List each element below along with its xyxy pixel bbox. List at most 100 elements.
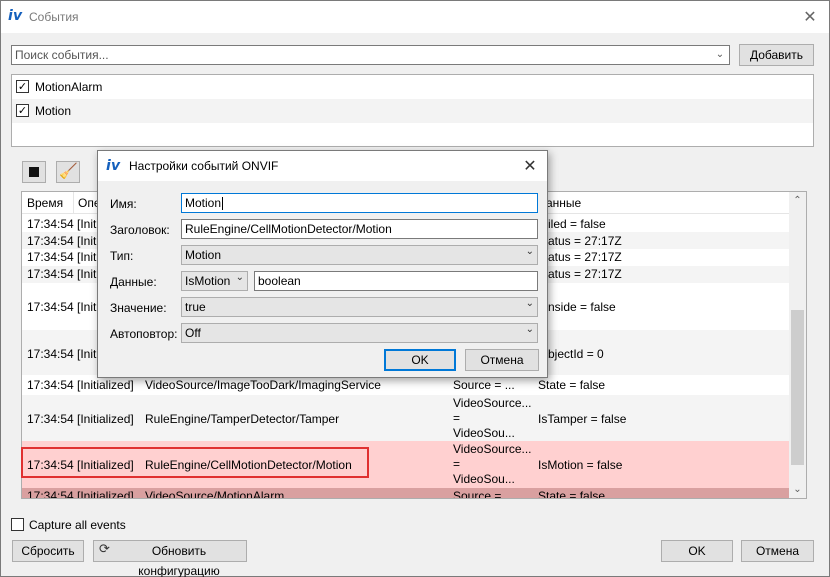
window-title: События: [29, 10, 79, 24]
broom-icon: 🧹: [59, 162, 78, 180]
event-label: MotionAlarm: [35, 80, 103, 94]
type-label: Тип:: [110, 249, 134, 263]
cell-time: 17:34:54: [27, 378, 74, 392]
onvif-settings-dialog: iv Настройки событий ONVIF ✕ Имя: Motion…: [97, 150, 548, 378]
cell-op: [Initi: [77, 347, 100, 361]
capture-checkbox[interactable]: [11, 518, 24, 531]
cell-source: VideoSource/ImageTooDark/ImagingService: [145, 378, 381, 392]
highlight-annotation-box: [21, 447, 369, 478]
text-caret: [222, 197, 224, 211]
cell-extra: VideoSource... = VideoSou...: [453, 396, 532, 440]
app-logo-icon: iv: [106, 158, 121, 174]
value-value: true: [185, 300, 206, 314]
scrollbar-thumb[interactable]: [791, 310, 804, 465]
event-search-combo[interactable]: ⌄: [11, 45, 730, 65]
chevron-down-icon: ⌄: [235, 272, 244, 283]
chevron-down-icon[interactable]: ⌄: [713, 48, 727, 62]
cell-op: [Initialized]: [77, 378, 134, 392]
heading-label: Заголовок:: [110, 223, 170, 237]
cell-data: nside = false: [548, 300, 616, 314]
cancel-button[interactable]: Отмена: [741, 540, 814, 562]
cell-time: 17:34:54: [27, 250, 74, 264]
table-row-selected[interactable]: 17:34:54 [Initialized] VideoSource/Motio…: [22, 488, 790, 499]
vertical-scrollbar[interactable]: ⌃ ⌄: [789, 192, 806, 498]
cell-op: [Initi: [77, 300, 100, 314]
cell-op: [Initi: [77, 250, 100, 264]
name-value: Motion: [185, 196, 222, 210]
ok-button[interactable]: OK: [661, 540, 733, 562]
cell-op: [Initialized]: [77, 489, 134, 499]
column-header-data[interactable]: анные: [546, 196, 581, 210]
close-icon[interactable]: ✕: [799, 6, 821, 28]
cell-time: 17:34:54: [27, 217, 74, 231]
title-bar: iv События ✕: [1, 1, 829, 33]
scroll-down-icon[interactable]: ⌄: [789, 481, 806, 498]
cell-time: 17:34:54: [27, 347, 74, 361]
cell-time: 17:34:54: [27, 412, 74, 426]
chevron-down-icon: ⌄: [525, 246, 534, 257]
clear-log-button[interactable]: 🧹: [56, 161, 80, 183]
cell-time: 17:34:54: [27, 267, 74, 281]
cell-extra: Source = ...: [453, 378, 515, 392]
cell-data: IsTamper = false: [538, 412, 627, 426]
cell-time: 17:34:54: [27, 300, 74, 314]
cell-extra: Source = ...: [453, 489, 515, 499]
cell-source: VideoSource/MotionAlarm: [145, 489, 285, 499]
data-label: Данные:: [110, 275, 157, 289]
cell-extra: VideoSource... = VideoSou...: [453, 442, 532, 486]
list-item[interactable]: ✓ MotionAlarm: [12, 75, 813, 99]
value-label: Значение:: [110, 301, 167, 315]
dialog-title-bar: iv Настройки событий ONVIF ✕: [98, 151, 547, 181]
list-item[interactable]: ✓ Motion: [12, 99, 813, 123]
scroll-up-icon[interactable]: ⌃: [789, 192, 806, 209]
cell-op: [Initialized]: [77, 412, 134, 426]
value-select[interactable]: true ⌄: [181, 297, 538, 317]
reset-button[interactable]: Сбросить: [12, 540, 84, 562]
cell-op: [Initi: [77, 267, 100, 281]
close-icon[interactable]: ✕: [519, 155, 541, 177]
refresh-config-label: Обновить конфигурацию: [138, 544, 220, 577]
chevron-down-icon: ⌄: [525, 298, 534, 309]
cell-data: State = false: [538, 489, 606, 499]
stop-icon: [29, 167, 39, 177]
dialog-title: Настройки событий ONVIF: [129, 159, 279, 173]
data-key-select[interactable]: IsMotion ⌄: [181, 271, 248, 291]
table-row[interactable]: 17:34:54 [Initialized] VideoSource/Image…: [22, 375, 790, 395]
cell-source: RuleEngine/TamperDetector/Tamper: [145, 412, 340, 426]
cell-data: atus = 27:17Z: [548, 234, 622, 248]
add-button[interactable]: Добавить: [739, 44, 814, 66]
event-label: Motion: [35, 104, 72, 118]
column-header-time[interactable]: Время: [27, 196, 63, 210]
cell-data: bjectId = 0: [548, 347, 604, 361]
type-value: Motion: [185, 248, 222, 262]
heading-input[interactable]: RuleEngine/CellMotionDetector/Motion: [181, 219, 538, 239]
name-input[interactable]: Motion: [181, 193, 538, 213]
chevron-down-icon: ⌄: [525, 324, 534, 335]
cell-time: 17:34:54: [27, 234, 74, 248]
data-type-input[interactable]: boolean: [254, 271, 538, 291]
search-input[interactable]: [12, 46, 702, 64]
event-list: ✓ MotionAlarm ✓ Motion: [11, 74, 814, 147]
dialog-ok-button[interactable]: OK: [384, 349, 456, 371]
column-divider: [73, 192, 74, 214]
cell-time: 17:34:54: [27, 489, 74, 499]
checkbox[interactable]: ✓: [16, 104, 29, 117]
checkbox[interactable]: ✓: [16, 80, 29, 93]
stop-button[interactable]: [22, 161, 46, 183]
cell-data: State = false: [538, 378, 606, 392]
data-key-value: IsMotion: [185, 274, 231, 288]
dialog-cancel-button[interactable]: Отмена: [465, 349, 539, 371]
refresh-config-button[interactable]: ⟳ Обновить конфигурацию: [93, 540, 247, 577]
cell-op: [Initi: [77, 234, 100, 248]
cell-data: atus = 27:17Z: [548, 250, 622, 264]
repeat-select[interactable]: Off ⌄: [181, 323, 538, 343]
repeat-label: Автоповтор:: [110, 327, 178, 341]
cell-op: [Initi: [77, 217, 100, 231]
refresh-icon: ⟳: [99, 542, 110, 557]
table-row[interactable]: 17:34:54 [Initialized] RuleEngine/Tamper…: [22, 395, 790, 441]
name-label: Имя:: [110, 197, 137, 211]
repeat-value: Off: [185, 326, 201, 340]
app-logo-icon: iv: [8, 8, 23, 24]
type-select[interactable]: Motion ⌄: [181, 245, 538, 265]
capture-label: Capture all events: [29, 518, 126, 532]
